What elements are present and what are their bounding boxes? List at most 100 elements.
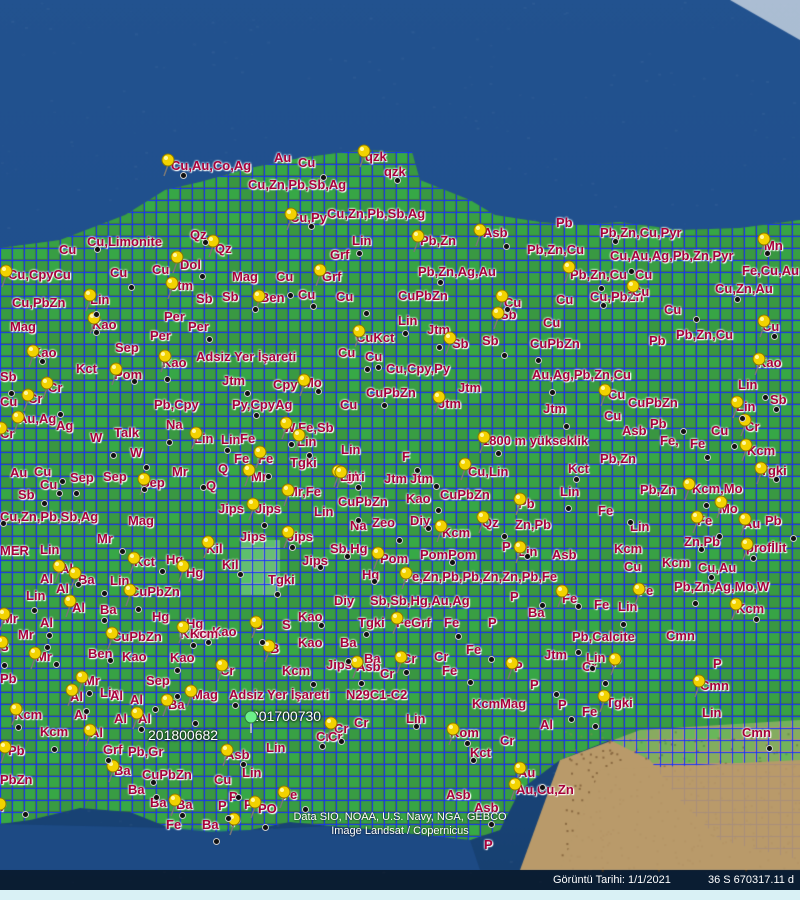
yellow-pushpin-icon[interactable] (281, 483, 295, 507)
yellow-pushpin-icon[interactable] (292, 428, 306, 452)
yellow-pushpin-icon[interactable] (0, 635, 9, 659)
placemark-label[interactable]: Cmn (666, 629, 695, 642)
point-marker-icon[interactable] (703, 453, 711, 461)
placemark-label[interactable]: Jips (240, 530, 266, 543)
yellow-pushpin-icon[interactable] (160, 693, 174, 717)
placemark-label[interactable]: Kao (298, 636, 323, 649)
placemark-label[interactable]: Fe (240, 432, 255, 445)
yellow-pushpin-icon[interactable] (109, 362, 123, 386)
point-marker-icon[interactable] (362, 310, 370, 318)
placemark-label[interactable]: Fe (442, 664, 457, 677)
yellow-pushpin-icon[interactable] (63, 594, 77, 618)
yellow-pushpin-icon[interactable] (313, 263, 327, 287)
placemark-label[interactable]: Lin (266, 741, 286, 754)
placemark-label[interactable]: Py,CpyAg (232, 398, 292, 411)
point-marker-icon[interactable] (74, 580, 82, 588)
yellow-pushpin-icon[interactable] (473, 223, 487, 247)
placemark-label[interactable]: Fe (594, 598, 609, 611)
point-marker-icon[interactable] (345, 657, 353, 665)
placemark-label[interactable]: Jtm (410, 472, 433, 485)
placemark-label[interactable]: CuPbZn (398, 289, 448, 302)
placemark-label[interactable]: P (488, 616, 497, 629)
point-marker-icon[interactable] (627, 267, 635, 275)
placemark-label[interactable]: Sb (18, 488, 35, 501)
placemark-label[interactable]: Lin (738, 378, 758, 391)
placemark-label[interactable]: Au (10, 466, 27, 479)
point-marker-icon[interactable] (191, 719, 199, 727)
yellow-pushpin-icon[interactable] (476, 510, 490, 534)
placemark-label[interactable]: Pb (650, 417, 667, 430)
yellow-pushpin-icon[interactable] (284, 207, 298, 231)
point-marker-icon[interactable] (380, 401, 388, 409)
point-marker-icon[interactable] (264, 473, 272, 481)
placemark-label[interactable]: Cr (500, 734, 514, 747)
point-marker-icon[interactable] (100, 616, 108, 624)
yellow-pushpin-icon[interactable] (9, 702, 23, 726)
placemark-label[interactable]: Grf (330, 248, 350, 261)
placemark-label[interactable]: P (530, 678, 539, 691)
yellow-pushpin-icon[interactable] (0, 421, 8, 445)
point-marker-icon[interactable] (749, 554, 757, 562)
placemark-label[interactable]: Ag (56, 419, 73, 432)
placemark-label[interactable]: Cu,Zn,Pb,Sb,Ag (327, 207, 425, 220)
placemark-label[interactable]: Pb,Zn (420, 234, 456, 247)
yellow-pushpin-icon[interactable] (411, 229, 425, 253)
point-marker-icon[interactable] (356, 249, 364, 257)
yellow-pushpin-icon[interactable] (220, 743, 234, 767)
point-marker-icon[interactable] (173, 666, 181, 674)
placemark-label[interactable]: Adsiz Yer İşareti (196, 350, 296, 363)
yellow-pushpin-icon[interactable] (246, 497, 260, 521)
placemark-label[interactable]: Q (206, 479, 216, 492)
placemark-label[interactable]: Sep (115, 341, 139, 354)
yellow-pushpin-icon[interactable] (513, 492, 527, 516)
yellow-pushpin-icon[interactable] (249, 615, 263, 639)
placemark-label[interactable]: Sep (146, 674, 170, 687)
point-marker-icon[interactable] (502, 242, 510, 250)
yellow-pushpin-icon[interactable] (189, 426, 203, 450)
point-marker-icon[interactable] (259, 638, 267, 646)
placemark-label[interactable]: CuPbZn (142, 768, 192, 781)
point-marker-icon[interactable] (308, 222, 316, 230)
placemark-label[interactable]: Pb (0, 672, 17, 685)
placemark-label[interactable]: Pb,Zn,Ag,Au (418, 265, 496, 278)
point-marker-icon[interactable] (31, 606, 39, 614)
placemark-label[interactable]: PbZn (0, 773, 33, 786)
placemark-label[interactable]: Pb,Zn,Ag,Mo,W (674, 580, 769, 593)
placemark-label[interactable]: Fe (466, 643, 481, 656)
placemark-label[interactable]: Sb,Sb,Hg,Au,Ag (370, 594, 470, 607)
placemark-label[interactable]: Lin (702, 706, 722, 719)
point-marker-icon[interactable] (401, 329, 409, 337)
placemark-label[interactable]: Kcm (662, 556, 690, 569)
placemark-label[interactable]: Per (164, 310, 185, 323)
placemark-label[interactable]: Cu (340, 398, 357, 411)
placemark-label[interactable]: Kil (222, 558, 239, 571)
point-marker-icon[interactable] (43, 644, 51, 651)
placemark-label[interactable]: N29C1-C2 (346, 688, 407, 701)
point-marker-icon[interactable] (738, 414, 746, 422)
placemark-label[interactable]: Q (218, 462, 228, 475)
yellow-pushpin-icon[interactable] (729, 597, 743, 621)
yellow-pushpin-icon[interactable] (508, 777, 522, 801)
yellow-pushpin-icon[interactable] (350, 655, 364, 679)
placemark-label[interactable]: Pb,Zn (640, 483, 676, 496)
placemark-label[interactable]: Fe, (660, 434, 679, 447)
placemark-label[interactable]: P (484, 838, 493, 851)
yellow-pushpin-icon[interactable] (505, 656, 519, 680)
yellow-pushpin-icon[interactable] (215, 658, 229, 682)
placemark-label[interactable]: Kcm (282, 664, 310, 677)
point-marker-icon[interactable] (127, 284, 135, 292)
yellow-pushpin-icon[interactable] (184, 684, 198, 708)
point-marker-icon[interactable] (319, 173, 327, 181)
placemark-label[interactable]: Talk (114, 426, 139, 439)
yellow-pushpin-icon[interactable] (738, 512, 752, 536)
yellow-pushpin-icon[interactable] (399, 566, 413, 590)
placemark-label[interactable]: Jips (302, 554, 328, 567)
yellow-pushpin-icon[interactable] (757, 314, 771, 338)
point-marker-icon[interactable] (535, 356, 543, 364)
placemark-label[interactable]: Sb (482, 334, 499, 347)
yellow-pushpin-icon[interactable] (443, 331, 457, 355)
placemark-label[interactable]: Cu,Lin (468, 465, 508, 478)
yellow-pushpin-icon[interactable] (714, 495, 728, 519)
point-marker-icon[interactable] (204, 638, 212, 646)
yellow-pushpin-icon[interactable] (458, 457, 472, 481)
